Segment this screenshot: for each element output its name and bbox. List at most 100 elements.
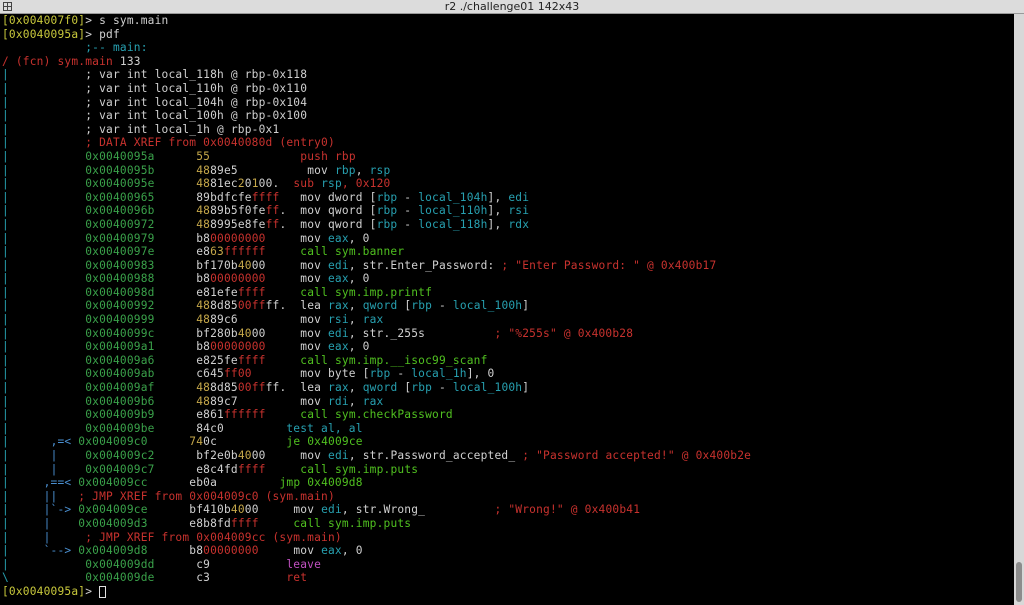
terminal-text: bf170b	[154, 258, 238, 272]
terminal-text: > s sym.main	[85, 14, 169, 27]
terminal-text: e8c4fd	[154, 462, 238, 476]
terminal-text: b8	[154, 272, 211, 286]
terminal-line: | 0x0040097e e863ffffff call sym.banner	[2, 245, 751, 259]
terminal-text: |	[2, 394, 9, 408]
terminal-text: |	[2, 557, 9, 571]
terminal-text: |	[2, 530, 44, 544]
terminal-text: 89c6 mov	[210, 313, 328, 327]
terminal-text: push rbp	[300, 149, 356, 163]
terminal-text: -	[432, 299, 453, 313]
terminal-text: 0x004009ce	[71, 503, 148, 517]
terminal-text: local_100h	[452, 299, 523, 313]
terminal-text: |	[2, 231, 9, 245]
terminal-line: | 0x00400972 488995e8feff. mov qword [rb…	[2, 218, 751, 232]
terminal-text: 0x004009be	[8, 421, 155, 435]
terminal-scrollbar[interactable]	[1014, 14, 1024, 605]
terminal-text: 0x004009af	[8, 381, 155, 395]
terminal-text: 55	[196, 149, 211, 163]
terminal-line: | 0x004009a6 e825feffff call sym.imp.__i…	[2, 354, 751, 368]
terminal-text: rbp	[376, 190, 398, 204]
scrollbar-thumb[interactable]	[1016, 562, 1022, 602]
terminal-text: ffffff	[223, 245, 266, 259]
terminal-text: rsi	[508, 204, 530, 218]
terminal-text: |	[2, 272, 9, 286]
terminal-line: | | ; JMP XREF from 0x004009cc (sym.main…	[2, 531, 751, 545]
terminal-line: | ,==< 0x004009cc eb0a jmp 0x4009d8	[2, 476, 751, 490]
terminal-text: |	[2, 245, 9, 259]
terminal-line: | | 0x004009c7 e8c4fdffff call sym.imp.p…	[2, 463, 751, 477]
terminal-text: 0x00400965	[8, 190, 155, 204]
terminal-text: 0	[244, 177, 252, 191]
terminal-text: ffff	[230, 516, 259, 530]
terminal-text: 00000000	[203, 544, 259, 558]
terminal-text: ffffff	[223, 408, 266, 422]
terminal-text: 00ff	[237, 381, 266, 395]
terminal-text: 48	[196, 299, 211, 313]
terminal-text: , 0	[348, 231, 370, 245]
terminal-text: 0x00400988	[8, 272, 155, 286]
terminal-line: | ; var int local_104h @ rbp-0x104	[2, 96, 751, 110]
terminal-line: | 0x004009dd c9 leave	[2, 558, 751, 572]
terminal-text: 8d85	[210, 299, 238, 313]
terminal-text: |	[2, 435, 51, 449]
terminal-line: | 0x004009b9 e861ffffff call sym.checkPa…	[2, 408, 751, 422]
terminal-text: 89b5f0fe	[210, 204, 266, 218]
terminal-text: ff	[265, 217, 280, 231]
terminal-text: ], 0	[466, 367, 495, 381]
terminal-line: [0x004007f0]> s sym.main	[2, 14, 751, 28]
terminal-text: |	[2, 204, 9, 218]
terminal-line: | ; DATA XREF from 0x0040080d (entry0)	[2, 136, 751, 150]
terminal-text: edi	[328, 258, 349, 272]
terminal-text: ffff	[237, 285, 266, 299]
window-titlebar[interactable]: r2 ./challenge01 142x43	[0, 0, 1024, 14]
terminal-text: 00ff	[237, 299, 266, 313]
terminal-line: | 0x00400979 b800000000 mov eax, 0	[2, 232, 751, 246]
terminal-line: | 0x004009ab c645ff00 mov byte [rbp - lo…	[2, 367, 751, 381]
terminal-text: rbp	[334, 163, 356, 177]
terminal-text: ,	[355, 163, 370, 177]
terminal-text: rbp	[369, 367, 391, 381]
terminal-text: |	[2, 462, 51, 476]
terminal-text: 63	[210, 245, 224, 259]
terminal-text: 89c7 mov	[210, 394, 328, 408]
terminal-text: |	[2, 544, 44, 558]
terminal-text: e825fe	[154, 353, 238, 367]
terminal-text: |	[2, 516, 44, 530]
terminal-text: |	[50, 462, 58, 476]
terminal-text: b8	[147, 544, 204, 558]
terminal-text: 0x004009dd	[8, 557, 155, 571]
terminal-output[interactable]: [0x004007f0]> s sym.main [0x0040095a]> pd…	[0, 14, 1014, 605]
terminal-text: rsp	[321, 177, 342, 191]
terminal-text: ; var int local_110h @ rbp-0x110	[8, 81, 308, 95]
terminal-icon	[3, 2, 12, 11]
terminal-text: qword	[362, 299, 398, 313]
terminal-text: bf280b	[154, 326, 238, 340]
terminal-text: eax	[327, 340, 349, 354]
terminal-text: 48	[196, 163, 211, 177]
terminal-text: 0x004009c7	[57, 462, 155, 476]
terminal-text: |	[2, 258, 9, 272]
terminal-text: ; var int local_118h @ rbp-0x118	[8, 68, 308, 82]
terminal-line: | ; var int local_110h @ rbp-0x110	[2, 82, 751, 96]
terminal-text: eax	[327, 272, 349, 286]
terminal-text: ff. lea	[265, 299, 329, 313]
terminal-text: > pdf	[85, 27, 120, 41]
terminal-text: 00000000	[210, 340, 266, 354]
terminal-line: | 0x00400983 bf170b4000 mov edi, str.Ent…	[2, 259, 751, 273]
terminal-text: c645	[154, 367, 224, 381]
terminal-line: | 0x004009b6 4889c7 mov rdi, rax	[2, 395, 751, 409]
terminal-text: call sym.banner	[300, 245, 405, 259]
terminal-line: | 0x004009be 84c0 test al, al	[2, 422, 751, 436]
terminal-line: | || ; JMP XREF from 0x004009c0 (sym.mai…	[2, 490, 751, 504]
terminal-text: 0x00400992	[8, 299, 155, 313]
terminal-line: [0x0040095a]> pdf	[2, 28, 751, 42]
terminal-lines: [0x004007f0]> s sym.main [0x0040095a]> pd…	[2, 14, 751, 599]
terminal-text: 0x004009b9	[8, 408, 155, 422]
terminal-text: rbp	[376, 204, 398, 218]
terminal-text: 48	[196, 381, 211, 395]
terminal-text: ffff	[237, 462, 266, 476]
terminal-text: 1	[251, 177, 259, 191]
